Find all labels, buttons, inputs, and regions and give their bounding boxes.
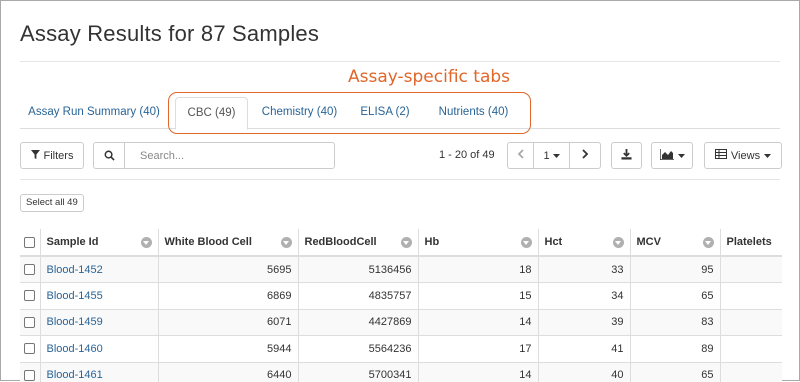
- rbc-cell: 4427869: [298, 309, 419, 336]
- wbc-cell: 5944: [158, 335, 299, 363]
- rbc-cell: 5136456: [298, 256, 419, 283]
- hct-cell: 39: [538, 309, 631, 336]
- sample-link[interactable]: Blood-1460: [47, 343, 103, 355]
- hb-cell: 18: [418, 256, 539, 283]
- row-checkbox-cell: [20, 256, 41, 283]
- grid-viewport: Sample Id White Blood Cell RedBloodCell …: [1, 1, 782, 382]
- row-checkbox-cell: [20, 335, 41, 363]
- column-header-white-blood-cell[interactable]: White Blood Cell: [158, 229, 299, 257]
- column-header-hb[interactable]: Hb: [418, 229, 539, 257]
- sample-id-cell: Blood-1452: [40, 256, 159, 283]
- sample-link[interactable]: Blood-1452: [47, 264, 103, 276]
- column-menu-icon[interactable]: [140, 237, 152, 248]
- rbc-cell: 5564236: [298, 335, 419, 363]
- row-checkbox-cell: [20, 309, 41, 336]
- column-header-label: Sample Id: [46, 236, 99, 248]
- hct-cell: 33: [538, 256, 631, 283]
- column-header-label: Hct: [544, 236, 563, 248]
- rbc-cell: 4835757: [298, 282, 419, 310]
- hb-cell: 17: [418, 335, 539, 363]
- table-row: Blood-1455 6869 4835757 15 34 65: [20, 282, 782, 310]
- row-checkbox-cell: [20, 282, 41, 310]
- column-header-sample-id[interactable]: Sample Id: [40, 229, 159, 257]
- hct-cell: 34: [538, 282, 631, 310]
- table-row: Blood-1459 6071 4427869 14 39 83: [20, 309, 782, 336]
- select-all-checkbox[interactable]: [24, 236, 35, 248]
- mcv-cell: 65: [630, 282, 721, 310]
- sample-link[interactable]: Blood-1461: [47, 369, 103, 381]
- wbc-cell: 6440: [158, 362, 299, 382]
- row-checkbox[interactable]: [24, 290, 35, 302]
- table-row: Blood-1460 5944 5564236 17 41 89: [20, 335, 782, 363]
- column-header-hct[interactable]: Hct: [538, 229, 631, 257]
- platelets-cell: [720, 282, 782, 310]
- mcv-cell: 95: [630, 256, 721, 283]
- hct-cell: 40: [538, 362, 631, 382]
- sample-link[interactable]: Blood-1459: [47, 316, 103, 328]
- sample-link[interactable]: Blood-1455: [47, 290, 103, 302]
- platelets-cell: [720, 309, 782, 336]
- table-row: Blood-1461 6440 5700341 14 40 65: [20, 362, 782, 382]
- platelets-cell: [720, 335, 782, 363]
- wbc-cell: 6071: [158, 309, 299, 336]
- grid-header-row: Sample Id White Blood Cell RedBloodCell …: [20, 229, 782, 257]
- column-header-platelets[interactable]: Platelets: [720, 229, 782, 257]
- wbc-cell: 6869: [158, 282, 299, 310]
- row-checkbox[interactable]: [24, 316, 35, 328]
- row-checkbox[interactable]: [24, 369, 35, 381]
- column-header-mcv[interactable]: MCV: [630, 229, 721, 257]
- mcv-cell: 65: [630, 362, 721, 382]
- column-header-red-blood-cell[interactable]: RedBloodCell: [298, 229, 419, 257]
- hb-cell: 15: [418, 282, 539, 310]
- hb-cell: 14: [418, 362, 539, 382]
- header-select-all-checkbox-cell: [20, 229, 41, 257]
- row-checkbox-cell: [20, 362, 41, 382]
- mcv-cell: 89: [630, 335, 721, 363]
- column-menu-icon[interactable]: [520, 237, 532, 248]
- row-checkbox[interactable]: [24, 343, 35, 355]
- column-header-label: MCV: [636, 236, 661, 248]
- results-grid: Sample Id White Blood Cell RedBloodCell …: [20, 229, 782, 382]
- platelets-cell: [720, 256, 782, 283]
- column-menu-icon[interactable]: [702, 237, 714, 248]
- column-header-label: RedBloodCell: [304, 236, 377, 248]
- row-checkbox[interactable]: [24, 264, 35, 276]
- platelets-cell: [720, 362, 782, 382]
- mcv-cell: 83: [630, 309, 721, 336]
- sample-id-cell: Blood-1459: [40, 309, 159, 336]
- column-menu-icon[interactable]: [400, 237, 412, 248]
- sample-id-cell: Blood-1461: [40, 362, 159, 382]
- column-menu-icon[interactable]: [280, 237, 292, 248]
- column-header-label: White Blood Cell: [164, 236, 252, 248]
- column-menu-icon[interactable]: [612, 237, 624, 248]
- column-header-label: Platelets: [726, 236, 772, 248]
- wbc-cell: 5695: [158, 256, 299, 283]
- table-row: Blood-1452 5695 5136456 18 33 95: [20, 256, 782, 283]
- sample-id-cell: Blood-1455: [40, 282, 159, 310]
- rbc-cell: 5700341: [298, 362, 419, 382]
- column-header-label: Hb: [424, 236, 440, 248]
- window-frame: Assay Results for 87 Samples Assay-speci…: [0, 0, 800, 382]
- hct-cell: 41: [538, 335, 631, 363]
- sample-id-cell: Blood-1460: [40, 335, 159, 363]
- hb-cell: 14: [418, 309, 539, 336]
